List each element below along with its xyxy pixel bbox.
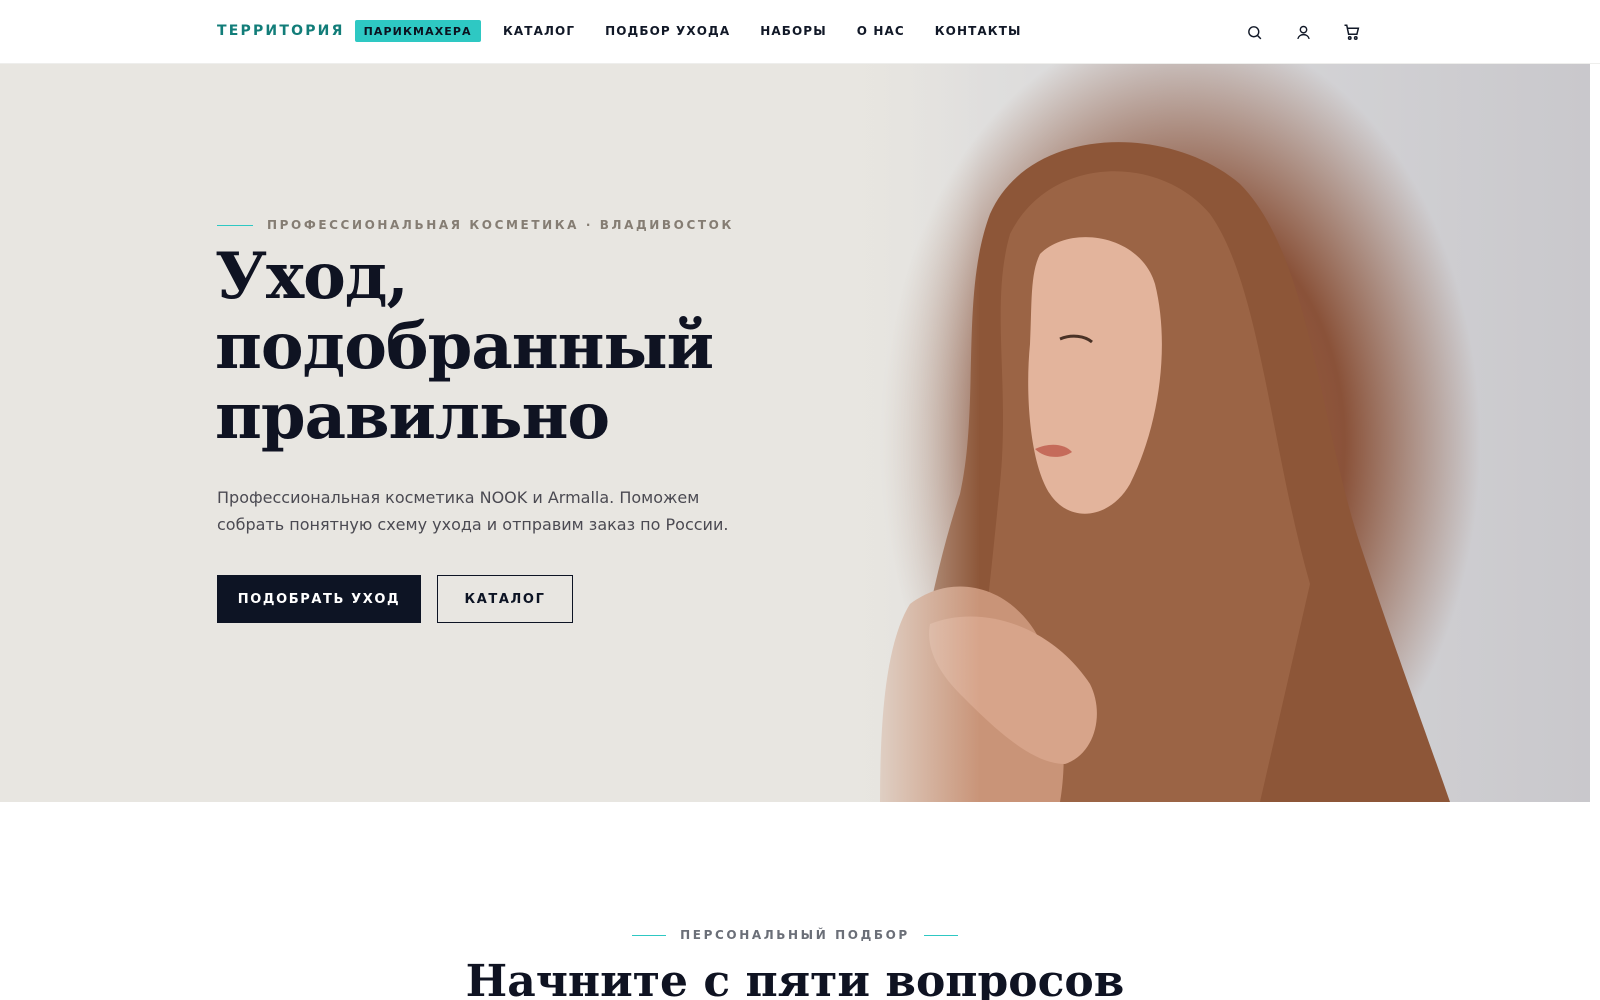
hero-headline: Уход, подобранный правильно xyxy=(215,242,835,452)
hero-eyebrow-text: ПРОФЕССИОНАЛЬНАЯ КОСМЕТИКА · ВЛАДИВОСТОК xyxy=(267,218,734,232)
site-header: ТЕРРИТОРИЯ ПАРИКМАХЕРА КАТАЛОГ ПОДБОР УХ… xyxy=(0,0,1600,64)
hero-eyebrow: ПРОФЕССИОНАЛЬНАЯ КОСМЕТИКА · ВЛАДИВОСТОК xyxy=(217,218,734,232)
catalog-button[interactable]: КАТАЛОГ xyxy=(437,575,573,623)
hero-photo-fade xyxy=(840,64,980,802)
user-icon[interactable] xyxy=(1293,22,1313,42)
nav-item-catalog[interactable]: КАТАЛОГ xyxy=(503,24,575,38)
logo-badge: ПАРИКМАХЕРА xyxy=(354,20,481,42)
nav-item-about[interactable]: О НАС xyxy=(857,24,905,38)
headline-line: Уход, xyxy=(215,239,409,314)
section-eyebrow: ПЕРСОНАЛЬНЫЙ ПОДБОР xyxy=(0,928,1590,942)
search-icon[interactable] xyxy=(1244,22,1264,42)
logo[interactable]: ТЕРРИТОРИЯ ПАРИКМАХЕРА xyxy=(217,20,481,42)
select-care-button[interactable]: ПОДОБРАТЬ УХОД xyxy=(217,575,421,623)
header-actions xyxy=(1244,22,1362,42)
headline-line: правильно xyxy=(215,379,610,454)
logo-text: ТЕРРИТОРИЯ xyxy=(217,23,345,39)
eyebrow-divider xyxy=(632,934,667,936)
headline-line: подобранный xyxy=(215,309,714,384)
cart-icon[interactable] xyxy=(1342,22,1362,42)
eyebrow-divider xyxy=(923,934,958,936)
section-eyebrow-text: ПЕРСОНАЛЬНЫЙ ПОДБОР xyxy=(680,928,910,942)
hero-section: ПРОФЕССИОНАЛЬНАЯ КОСМЕТИКА · ВЛАДИВОСТОК… xyxy=(0,64,1590,802)
eyebrow-divider xyxy=(217,224,253,226)
nav-item-contacts[interactable]: КОНТАКТЫ xyxy=(935,24,1022,38)
main-nav: КАТАЛОГ ПОДБОР УХОДА НАБОРЫ О НАС КОНТАК… xyxy=(503,24,1022,38)
hero-lead-text: Профессиональная косметика NOOK и Armall… xyxy=(217,488,729,534)
nav-item-sets[interactable]: НАБОРЫ xyxy=(760,24,827,38)
section-title: Начните с пяти вопросов xyxy=(465,956,1125,1000)
nav-item-care-selection[interactable]: ПОДБОР УХОДА xyxy=(605,24,730,38)
